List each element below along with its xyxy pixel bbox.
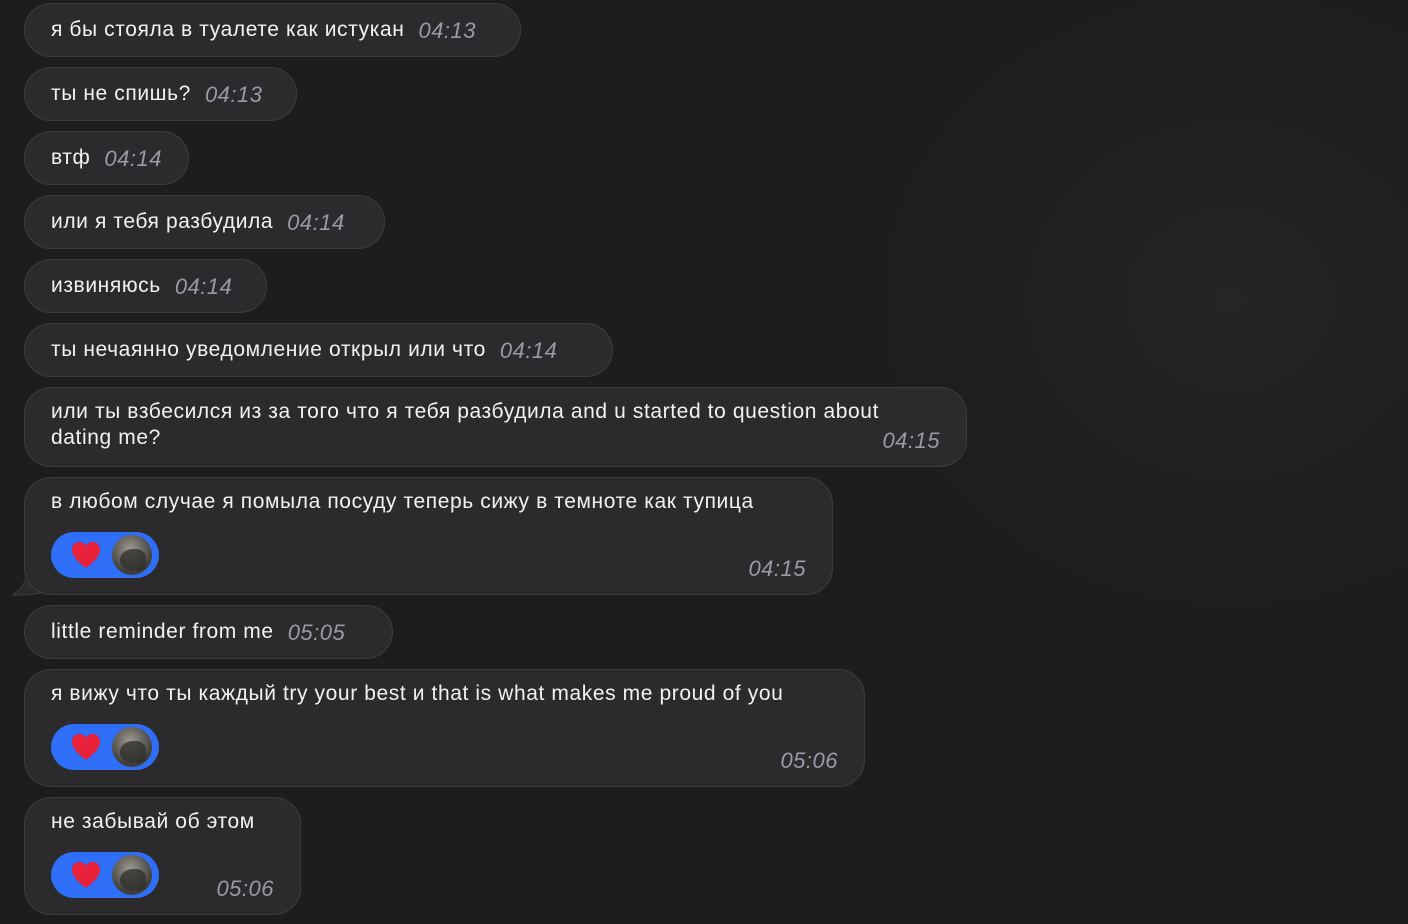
- message-time: 04:13: [418, 18, 477, 43]
- message-bubble[interactable]: не забывай об этом 05:06: [24, 797, 301, 915]
- message-time: 04:14: [104, 146, 162, 171]
- message-bubble[interactable]: little reminder from me 05:05: [24, 605, 393, 659]
- message-bubble[interactable]: или я тебя разбудила 04:14: [24, 195, 385, 249]
- message-time: 04:14: [499, 338, 558, 363]
- message-bubble[interactable]: я бы стояла в туалете как истукан 04:13: [24, 3, 521, 57]
- message-text: извиняюсь: [51, 274, 161, 297]
- message-bubble[interactable]: втф 04:14: [24, 131, 189, 185]
- message-bubble[interactable]: извиняюсь 04:14: [24, 259, 267, 313]
- message-bubble[interactable]: ты нечаянно уведомление открыл или что 0…: [24, 323, 613, 377]
- message-text-line: dating me?: [51, 426, 161, 449]
- reaction-pill[interactable]: [51, 852, 159, 898]
- message-text: я бы стояла в туалете как истукан: [51, 18, 405, 41]
- message-text: я вижу что ты каждый try your best и tha…: [51, 682, 784, 705]
- message-text: ты не спишь?: [51, 82, 191, 105]
- message-bubble[interactable]: ты не спишь? 04:13: [24, 67, 297, 121]
- red-heart-icon: [70, 859, 102, 891]
- message-text: ты нечаянно уведомление открыл или что: [51, 338, 486, 361]
- message-text: или ты взбесился из за того что я тебя р…: [51, 399, 879, 451]
- message-time: 04:15: [882, 428, 940, 453]
- message-text-line: или ты взбесился из за того что я тебя р…: [51, 400, 880, 423]
- message-time: 04:15: [748, 556, 806, 581]
- message-bubble[interactable]: в любом случае я помыла посуду теперь си…: [24, 477, 833, 595]
- reaction-pill[interactable]: [51, 724, 159, 770]
- avatar: [112, 727, 152, 767]
- avatar: [112, 535, 152, 575]
- message-text: втф: [51, 146, 91, 169]
- message-time: 04:14: [174, 274, 233, 299]
- message-time: 04:13: [204, 82, 263, 107]
- message-time: 05:05: [287, 620, 346, 645]
- red-heart-icon: [70, 539, 102, 571]
- message-time: 04:14: [287, 210, 345, 235]
- message-time: 05:06: [216, 876, 274, 901]
- message-text: не забывай об этом: [51, 810, 255, 833]
- red-heart-icon: [70, 731, 102, 763]
- message-text: в любом случае я помыла посуду теперь си…: [51, 490, 754, 513]
- message-bubble[interactable]: или ты взбесился из за того что я тебя р…: [24, 387, 967, 467]
- message-text: или я тебя разбудила: [51, 210, 274, 233]
- message-bubble[interactable]: я вижу что ты каждый try your best и tha…: [24, 669, 865, 787]
- message-time: 05:06: [780, 748, 838, 773]
- reaction-pill[interactable]: [51, 532, 159, 578]
- message-text: little reminder from me: [51, 620, 274, 643]
- avatar: [112, 855, 152, 895]
